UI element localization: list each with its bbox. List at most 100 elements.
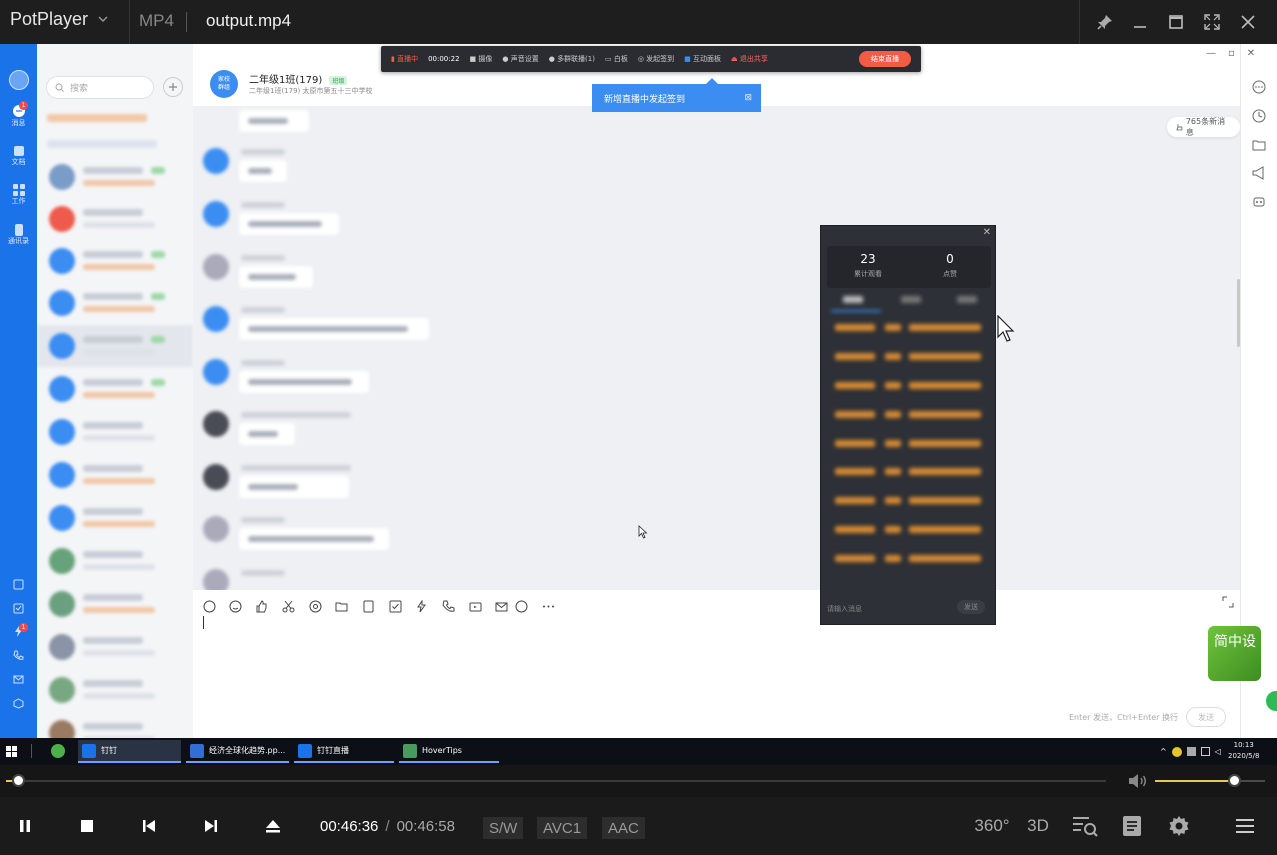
search-input[interactable]: 搜索 — [46, 76, 154, 99]
vr-360-button[interactable]: 360° — [974, 810, 1009, 842]
expand-icon[interactable] — [1222, 596, 1234, 608]
app-menu-button[interactable]: PotPlayer — [10, 9, 108, 30]
pause-button[interactable] — [9, 810, 41, 842]
folder-icon[interactable] — [1252, 138, 1266, 152]
viewer-send-button[interactable]: 发送 — [957, 600, 985, 614]
list-item[interactable] — [37, 583, 193, 625]
list-item[interactable] — [37, 156, 193, 198]
rail-mail-button[interactable] — [0, 674, 37, 685]
previous-button[interactable] — [133, 810, 165, 842]
list-item[interactable] — [37, 626, 193, 668]
multi-group-button[interactable]: ● 多群联播(1) — [549, 54, 595, 64]
decoder-tag[interactable]: S/W — [483, 817, 524, 839]
system-clock[interactable]: 10:13 2020/5/8 — [1228, 740, 1259, 762]
list-item[interactable] — [37, 240, 193, 282]
interaction-panel-button[interactable]: ■ 互动面板 — [684, 54, 721, 64]
video-frame[interactable]: 消息 1 文档 工作 通讯录 1 搜索 家校 群组 二年级1班(179) 班级 … — [0, 44, 1277, 738]
playlist-search-button[interactable] — [1068, 810, 1102, 842]
close-icon[interactable]: ✕ — [983, 227, 991, 238]
network-icon[interactable] — [1200, 747, 1210, 756]
minimize-button[interactable] — [1126, 8, 1154, 36]
browser-icon[interactable] — [51, 744, 65, 758]
mail-button[interactable] — [493, 598, 509, 614]
camera-button[interactable]: ■ 摄像 — [470, 54, 493, 64]
user-avatar[interactable] — [0, 70, 37, 90]
list-item[interactable] — [37, 454, 193, 496]
pin-button[interactable] — [1091, 8, 1119, 36]
task-dingtalk[interactable]: 钉钉 — [78, 740, 181, 763]
minimize-icon[interactable]: — — [1206, 48, 1216, 59]
rail-ding-button[interactable]: 1 — [0, 623, 37, 637]
list-item[interactable] — [37, 669, 193, 711]
list-item[interactable] — [37, 368, 193, 410]
speaker-icon[interactable]: ◁ — [1215, 747, 1221, 756]
rail-calendar-button[interactable] — [0, 579, 37, 590]
list-item[interactable] — [37, 497, 193, 539]
mention-button[interactable] — [307, 598, 323, 614]
list-item[interactable] — [37, 712, 193, 738]
add-button[interactable] — [163, 77, 183, 97]
megaphone-icon[interactable] — [1252, 166, 1266, 180]
stop-button[interactable] — [71, 810, 103, 842]
task-powerpoint[interactable]: 经济全球化趋势.pp... — [186, 740, 289, 763]
file-button[interactable] — [360, 598, 376, 614]
robot-icon[interactable] — [1252, 194, 1266, 208]
close-icon[interactable]: ✕ — [1247, 48, 1255, 59]
fullscreen-button[interactable] — [1198, 8, 1226, 36]
next-button[interactable] — [195, 810, 227, 842]
new-messages-pill[interactable]: 765条新消息 — [1167, 117, 1240, 137]
seek-bar[interactable] — [6, 780, 1106, 782]
gif-button[interactable] — [201, 598, 217, 614]
task-hovertips[interactable]: HoverTips — [399, 740, 499, 763]
clock-icon[interactable] — [1252, 109, 1266, 123]
maximize-button[interactable] — [1162, 8, 1190, 36]
windows-start-icon[interactable] — [6, 746, 17, 757]
chapter-button[interactable] — [1115, 810, 1149, 842]
ding-button[interactable] — [413, 598, 429, 614]
rail-item-contacts[interactable]: 通讯录 — [0, 224, 37, 246]
video-codec-tag[interactable]: AVC1 — [537, 817, 588, 839]
rail-item-work[interactable]: 工作 — [0, 184, 37, 206]
volume-handle[interactable] — [1228, 774, 1242, 787]
live-button[interactable] — [467, 598, 483, 614]
end-live-button[interactable]: 结束直播 — [859, 51, 911, 67]
rail-phone-button[interactable] — [0, 650, 37, 661]
emoji-button[interactable] — [227, 598, 243, 614]
more-button[interactable] — [540, 598, 556, 614]
message-input[interactable] — [203, 616, 204, 629]
rail-item-docs[interactable]: 文档 — [0, 145, 37, 167]
task-dingtalk-live[interactable]: 钉钉直播 — [294, 740, 394, 763]
send-button[interactable]: 发送 — [1186, 707, 1226, 727]
folder-button[interactable] — [333, 598, 349, 614]
list-item[interactable] — [37, 282, 193, 324]
call-button[interactable] — [440, 598, 456, 614]
red-packet-button[interactable] — [513, 598, 529, 614]
task-button[interactable] — [387, 598, 403, 614]
rail-todo-button[interactable] — [0, 603, 37, 614]
exit-share-button[interactable]: ⏏ 退出共享 — [731, 54, 768, 64]
main-menu-button[interactable] — [1228, 810, 1262, 842]
settings-button[interactable] — [1162, 810, 1196, 842]
stereo-3d-button[interactable]: 3D — [1021, 810, 1055, 842]
sound-settings-button[interactable]: ● 声音设置 — [502, 54, 538, 64]
check-in-button[interactable]: ◎ 发起签到 — [638, 54, 674, 64]
tray-app-icon[interactable] — [1171, 746, 1182, 757]
audio-codec-tag[interactable]: AAC — [602, 817, 645, 839]
open-file-button[interactable] — [257, 810, 289, 842]
list-item[interactable] — [37, 540, 193, 582]
shield-icon[interactable] — [1186, 747, 1196, 756]
close-icon[interactable]: ⊠ — [744, 93, 752, 103]
close-button[interactable] — [1234, 8, 1262, 36]
restore-icon[interactable]: ▫ — [1228, 48, 1235, 59]
whiteboard-button[interactable]: ▭ 白板 — [605, 54, 628, 64]
viewer-message-input[interactable]: 请输入消息 — [827, 604, 862, 614]
scrollbar[interactable] — [1237, 279, 1240, 347]
list-item[interactable] — [37, 411, 193, 453]
chat-title[interactable]: 二年级1班(179) 班级 — [249, 71, 348, 86]
list-item-active[interactable] — [37, 325, 193, 367]
seek-handle[interactable] — [12, 774, 26, 787]
volume-slider[interactable] — [1155, 780, 1265, 782]
screenshot-button[interactable] — [280, 598, 296, 614]
rail-item-messages[interactable]: 消息 1 — [0, 101, 37, 128]
like-button[interactable] — [253, 598, 269, 614]
